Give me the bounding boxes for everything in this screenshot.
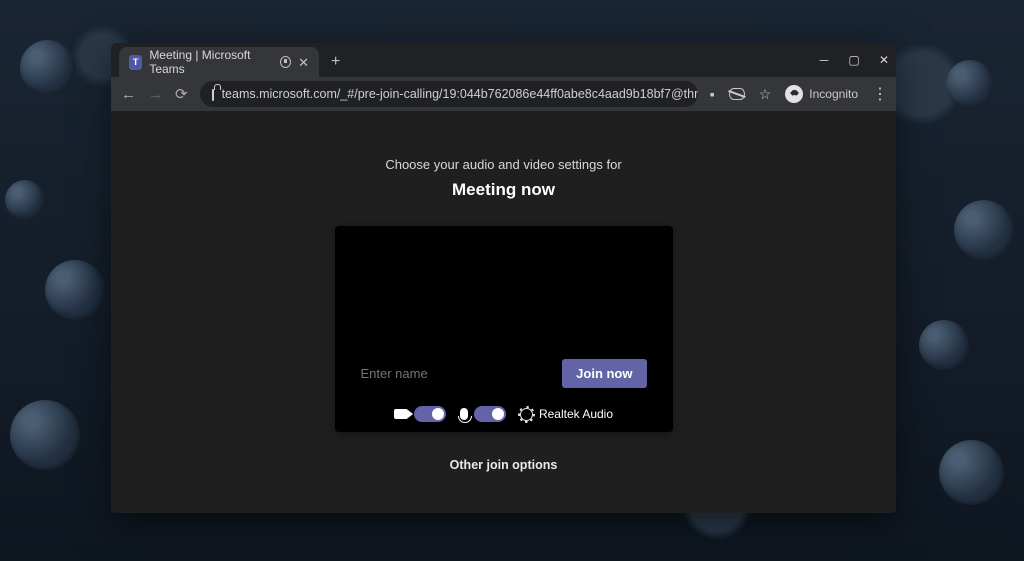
teams-favicon: T	[129, 55, 142, 70]
back-button[interactable]: ←	[121, 86, 136, 103]
camera-icon	[394, 409, 408, 419]
tab-audio-icon[interactable]	[280, 56, 291, 68]
video-preview-card: Join now Realtek Audio	[335, 226, 673, 432]
other-join-options[interactable]: Other join options	[450, 458, 558, 472]
audio-device-selector[interactable]: Realtek Audio	[520, 407, 613, 421]
url-text: teams.microsoft.com/_#/pre-join-calling/…	[222, 87, 698, 101]
profile-chip[interactable]: Incognito	[785, 85, 858, 103]
wallpaper-droplet	[946, 60, 994, 108]
lock-icon	[212, 89, 214, 101]
window-maximize-button[interactable]: ▢	[848, 53, 860, 67]
wallpaper-droplet	[10, 400, 80, 470]
forward-button[interactable]: →	[148, 86, 163, 103]
join-now-button[interactable]: Join now	[562, 359, 646, 388]
gear-icon	[520, 408, 533, 421]
page-title: Meeting now	[452, 180, 555, 200]
camera-toggle-group	[394, 406, 446, 422]
tab-title: Meeting | Microsoft Teams	[149, 48, 273, 76]
camera-toggle[interactable]	[414, 406, 446, 422]
wallpaper-droplet	[954, 200, 1014, 260]
tracking-blocked-icon[interactable]	[729, 88, 745, 100]
teams-prejoin-page: Choose your audio and video settings for…	[111, 111, 896, 513]
wallpaper-droplet	[919, 320, 969, 370]
browser-tab[interactable]: T Meeting | Microsoft Teams ✕	[119, 47, 319, 77]
page-subhead: Choose your audio and video settings for	[385, 157, 621, 172]
wallpaper-droplet	[45, 260, 105, 320]
new-tab-button[interactable]: +	[331, 53, 340, 71]
window-minimize-button[interactable]: ─	[818, 53, 830, 67]
microphone-icon	[460, 408, 468, 420]
bookmark-star-icon[interactable]: ☆	[759, 86, 772, 103]
wallpaper-droplet	[5, 180, 45, 220]
camera-indicator-icon[interactable]: ▪	[710, 86, 715, 102]
wallpaper-droplet	[20, 40, 75, 95]
browser-window: T Meeting | Microsoft Teams ✕ + ─ ▢ ✕ ← …	[111, 43, 896, 513]
name-input[interactable]	[361, 366, 501, 381]
wallpaper-droplet	[939, 440, 1004, 505]
audio-device-label: Realtek Audio	[539, 407, 613, 421]
incognito-icon	[785, 85, 803, 103]
window-close-button[interactable]: ✕	[878, 53, 890, 67]
toolbar: ← → ⟳ teams.microsoft.com/_#/pre-join-ca…	[111, 77, 896, 111]
profile-label: Incognito	[809, 87, 858, 101]
address-bar[interactable]: teams.microsoft.com/_#/pre-join-calling/…	[200, 81, 698, 107]
tab-strip: T Meeting | Microsoft Teams ✕ + ─ ▢ ✕	[111, 43, 896, 77]
tab-close-icon[interactable]: ✕	[298, 56, 309, 69]
browser-menu-button[interactable]: ⋮	[872, 84, 886, 104]
mic-toggle-group	[460, 406, 506, 422]
reload-button[interactable]: ⟳	[175, 85, 188, 103]
microphone-toggle[interactable]	[474, 406, 506, 422]
